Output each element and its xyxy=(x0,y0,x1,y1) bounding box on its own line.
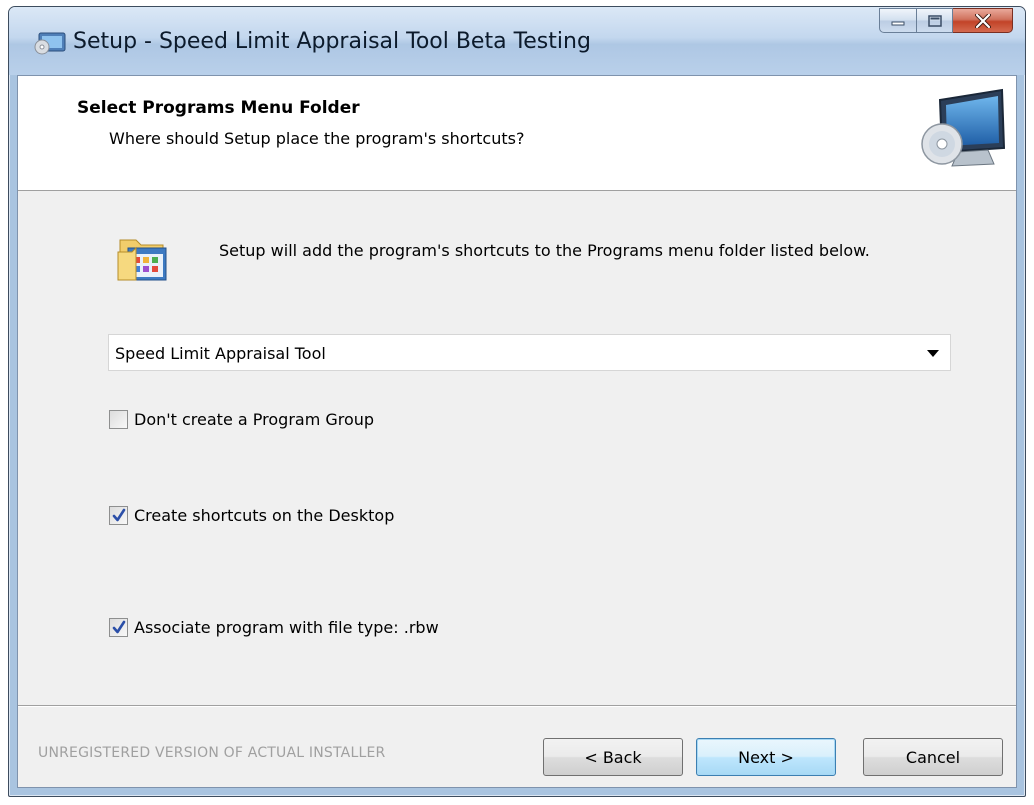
unregistered-notice: UNREGISTERED VERSION OF ACTUAL INSTALLER xyxy=(38,745,386,761)
instruction-text: Setup will add the program's shortcuts t… xyxy=(219,241,870,260)
wizard-header: Select Programs Menu Folder Where should… xyxy=(18,76,1016,191)
footer-divider xyxy=(18,705,1016,707)
checkmark-icon xyxy=(112,620,126,633)
setup-window: Setup - Speed Limit Appraisal Tool Beta … xyxy=(8,6,1026,797)
installer-icon xyxy=(34,32,66,55)
back-button[interactable]: < Back xyxy=(543,738,683,776)
next-button[interactable]: Next > xyxy=(696,738,836,776)
desktop-shortcuts-checkbox[interactable] xyxy=(109,505,128,525)
minimize-button[interactable] xyxy=(879,8,917,33)
checkmark-icon xyxy=(112,508,126,521)
dropdown-arrow-icon[interactable] xyxy=(927,350,939,357)
close-icon xyxy=(974,13,991,28)
caption-buttons xyxy=(879,8,1013,35)
no-program-group-option[interactable]: Don't create a Program Group xyxy=(109,407,374,431)
close-button[interactable] xyxy=(953,8,1013,33)
page-subtitle: Where should Setup place the program's s… xyxy=(109,129,525,148)
dialog-client: Select Programs Menu Folder Where should… xyxy=(17,75,1017,788)
file-association-label[interactable]: Associate program with file type: .rbw xyxy=(134,618,439,637)
no-program-group-checkbox[interactable] xyxy=(109,409,128,429)
programs-folder-icon xyxy=(117,239,167,281)
window-title: Setup - Speed Limit Appraisal Tool Beta … xyxy=(73,29,591,54)
maximize-icon xyxy=(927,14,942,27)
file-association-checkbox[interactable] xyxy=(109,617,128,637)
desktop-shortcuts-label[interactable]: Create shortcuts on the Desktop xyxy=(134,506,394,525)
desktop-shortcuts-option[interactable]: Create shortcuts on the Desktop xyxy=(109,503,394,527)
file-association-option[interactable]: Associate program with file type: .rbw xyxy=(109,615,439,639)
computer-disc-icon xyxy=(921,88,1006,167)
title-bar[interactable]: Setup - Speed Limit Appraisal Tool Beta … xyxy=(9,7,1025,75)
maximize-button[interactable] xyxy=(917,8,953,33)
programs-folder-value: Speed Limit Appraisal Tool xyxy=(115,344,326,363)
cancel-button[interactable]: Cancel xyxy=(863,738,1003,776)
minimize-icon xyxy=(891,21,905,25)
page-title: Select Programs Menu Folder xyxy=(77,98,360,118)
programs-folder-select[interactable]: Speed Limit Appraisal Tool xyxy=(108,334,951,371)
no-program-group-label[interactable]: Don't create a Program Group xyxy=(134,410,374,429)
